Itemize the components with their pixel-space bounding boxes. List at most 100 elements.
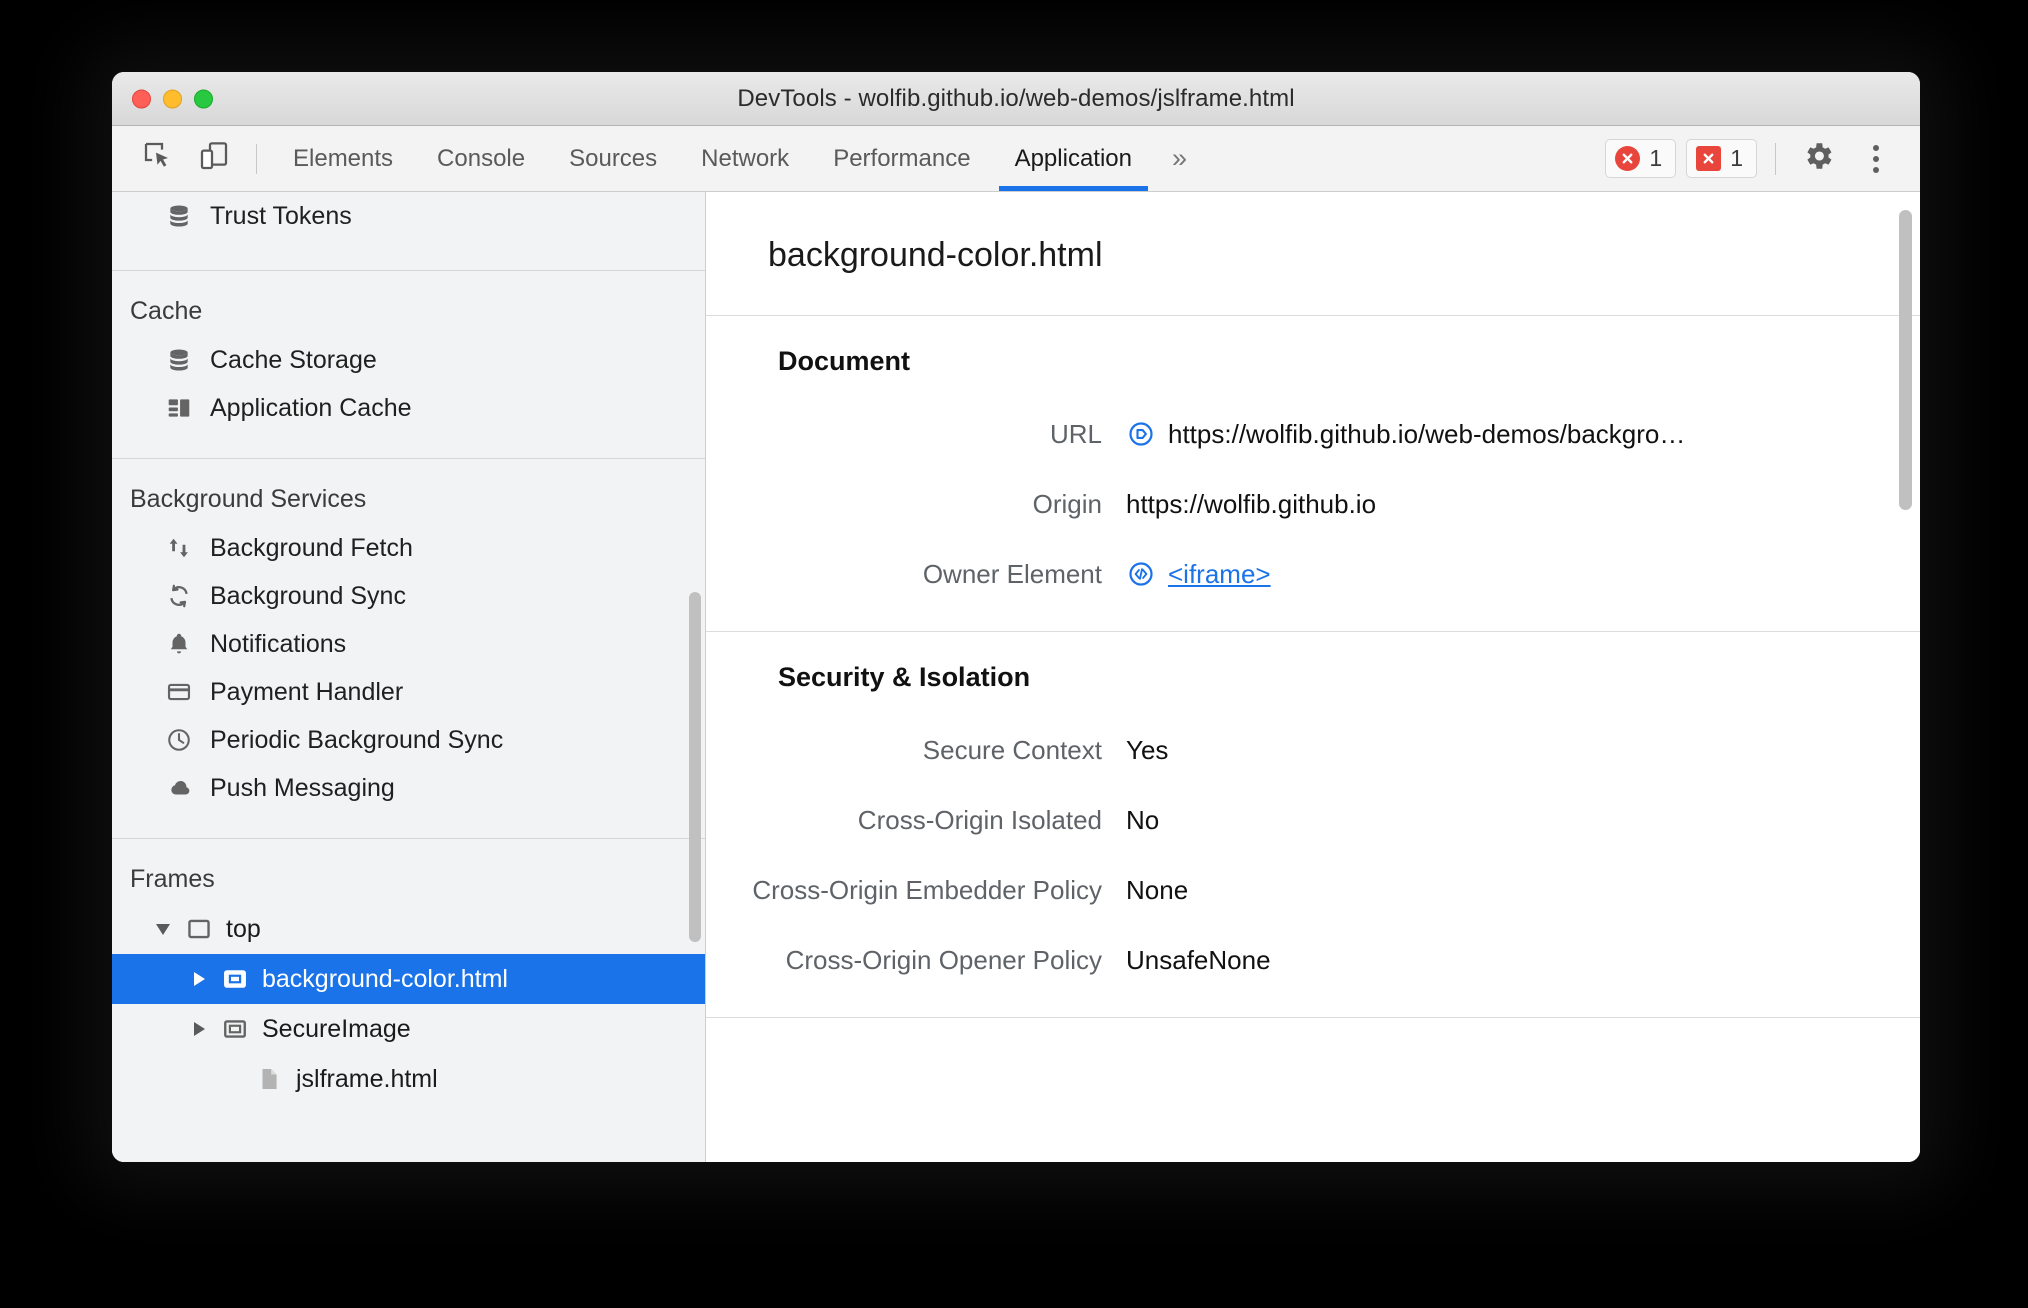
close-window-button[interactable] — [132, 89, 151, 108]
frame-icon — [184, 914, 214, 944]
sidebar-item-label: Notifications — [210, 629, 347, 658]
refresh-sync-icon — [164, 581, 194, 611]
frame-tree-label: top — [226, 914, 261, 943]
device-toolbar-icon — [198, 140, 230, 177]
tab-application[interactable]: Application — [993, 126, 1154, 191]
tab-network[interactable]: Network — [679, 126, 811, 191]
row-coop-value-group: UnsafeNone — [1126, 945, 1271, 976]
database-icon — [164, 201, 194, 231]
sidebar-group-frames-header: Frames — [130, 865, 215, 893]
sidebar-item-label: Trust Tokens — [210, 201, 352, 230]
code-brackets-blue-icon[interactable] — [1126, 559, 1156, 589]
credit-card-icon — [164, 677, 194, 707]
minimize-window-button[interactable] — [163, 89, 182, 108]
row-coep-value: None — [1126, 874, 1189, 905]
square-x-icon — [1696, 146, 1722, 171]
arrows-up-down-icon — [164, 533, 194, 563]
row-secure-context-value-group: Yes — [1126, 735, 1168, 766]
window-controls — [132, 89, 213, 108]
frame-tree-item-secureimage[interactable]: SecureImage — [112, 1004, 705, 1054]
database-icon — [164, 345, 194, 375]
chevron-right-icon[interactable] — [190, 1020, 208, 1038]
page-title: background-color.html — [706, 192, 1920, 316]
device-toolbar-button[interactable] — [186, 126, 242, 191]
gear-icon — [1801, 139, 1835, 178]
sidebar-item-background-sync[interactable]: Background Sync — [112, 572, 705, 620]
tab-application-label: Application — [1014, 144, 1132, 172]
sidebar-group-storage: Trust Tokens — [112, 192, 705, 271]
window-title: DevTools - wolfib.github.io/web-demos/js… — [737, 84, 1295, 112]
row-cross-origin-isolated-value: No — [1126, 804, 1160, 835]
sidebar-item-push-messaging[interactable]: Push Messaging — [112, 764, 705, 812]
row-origin-value: https://wolfib.github.io — [1126, 488, 1377, 519]
sidebar-item-label: Cache Storage — [210, 345, 377, 374]
sidebar-item-background-fetch[interactable]: Background Fetch — [112, 524, 705, 572]
tab-elements-label: Elements — [293, 144, 394, 172]
row-origin: Origin https://wolfib.github.io — [706, 469, 1920, 539]
sidebar-scroll-area: Trust Tokens Cache Cache Storage Applica… — [112, 192, 705, 1130]
devtools-toolbar: Elements Console Sources Network Perform… — [112, 126, 1920, 192]
issues-badge[interactable]: 1 — [1686, 139, 1757, 178]
window-titlebar: DevTools - wolfib.github.io/web-demos/js… — [112, 72, 1920, 126]
inspect-element-button[interactable] — [130, 126, 186, 191]
frame-tree-item-background-color[interactable]: background-color.html — [112, 954, 705, 1004]
tab-performance-label: Performance — [833, 144, 971, 172]
row-url: URL https://wolfib.github.io/web-demos/b… — [706, 399, 1920, 469]
toolbar-divider-right — [1775, 142, 1776, 175]
more-tabs-button[interactable]: » — [1154, 126, 1205, 191]
tab-elements[interactable]: Elements — [271, 126, 415, 191]
more-options-button[interactable] — [1852, 135, 1900, 183]
section-security-heading: Security & Isolation — [778, 662, 1031, 692]
tab-sources-label: Sources — [569, 144, 658, 172]
tab-network-label: Network — [701, 144, 790, 172]
tab-console[interactable]: Console — [415, 126, 547, 191]
sidebar-item-label: Push Messaging — [210, 773, 395, 802]
sidebar-item-label: Application Cache — [210, 393, 412, 422]
sidebar-group-background-services: Background Services Background Fetch Bac… — [112, 459, 705, 839]
sidebar-item-periodic-background-sync[interactable]: Periodic Background Sync — [112, 716, 705, 764]
row-coep-value-group: None — [1126, 875, 1188, 906]
sidebar-group-frames: Frames top background-color.html SecureI… — [112, 839, 705, 1130]
console-errors-count: 1 — [1649, 145, 1663, 171]
sidebar-item-payment-handler[interactable]: Payment Handler — [112, 668, 705, 716]
chevron-right-icon[interactable] — [190, 970, 208, 988]
row-cross-origin-isolated: Cross-Origin Isolated No — [706, 785, 1920, 855]
frame-tree-item-top[interactable]: top — [112, 904, 705, 954]
maximize-window-button[interactable] — [194, 89, 213, 108]
devtools-window: DevTools - wolfib.github.io/web-demos/js… — [112, 72, 1920, 1162]
console-errors-badge[interactable]: 1 — [1605, 139, 1677, 178]
frame-tree-item-jslframe[interactable]: jslframe.html — [112, 1054, 705, 1104]
section-document: Document URL https://wolfib.github.io/we… — [706, 316, 1920, 632]
frame-tree-label: background-color.html — [262, 964, 508, 993]
issues-count: 1 — [1730, 145, 1743, 171]
sidebar-item-trust-tokens[interactable]: Trust Tokens — [112, 192, 705, 240]
row-owner-element: Owner Element <iframe> — [706, 539, 1920, 609]
tab-sources[interactable]: Sources — [547, 126, 679, 191]
sidebar-item-label: Periodic Background Sync — [210, 725, 504, 754]
row-coep: Cross-Origin Embedder Policy None — [706, 855, 1920, 925]
sidebar-group-background-services-header: Background Services — [130, 485, 367, 513]
sidebar-item-notifications[interactable]: Notifications — [112, 620, 705, 668]
sidebar-group-cache-header: Cache — [130, 297, 203, 325]
tab-performance[interactable]: Performance — [811, 126, 992, 191]
open-external-blue-icon[interactable] — [1126, 419, 1156, 449]
row-url-value-group[interactable]: https://wolfib.github.io/web-demos/backg… — [1126, 419, 1685, 450]
row-owner-element-value-group[interactable]: <iframe> — [1126, 559, 1271, 590]
sidebar-item-application-cache[interactable]: Application Cache — [112, 384, 705, 432]
section-security-isolation: Security & Isolation Secure Context Yes … — [706, 632, 1920, 1018]
settings-button[interactable] — [1794, 135, 1842, 183]
row-cross-origin-isolated-key: Cross-Origin Isolated — [857, 804, 1102, 835]
subframe-icon — [220, 964, 250, 994]
inspect-element-icon — [142, 140, 174, 177]
grid-icon — [164, 393, 194, 423]
chevron-down-icon[interactable] — [154, 920, 172, 938]
owner-element-link[interactable]: <iframe> — [1168, 559, 1271, 590]
sidebar-scrollbar[interactable] — [689, 592, 701, 942]
row-origin-value-group: https://wolfib.github.io — [1126, 489, 1376, 520]
sidebar-item-cache-storage[interactable]: Cache Storage — [112, 336, 705, 384]
frame-details-panel: background-color.html Document URL https… — [706, 192, 1920, 1162]
main-panel-scrollbar[interactable] — [1899, 210, 1912, 510]
toolbar-divider — [256, 143, 257, 174]
circle-x-icon — [1615, 146, 1641, 171]
row-coep-key: Cross-Origin Embedder Policy — [752, 874, 1102, 905]
